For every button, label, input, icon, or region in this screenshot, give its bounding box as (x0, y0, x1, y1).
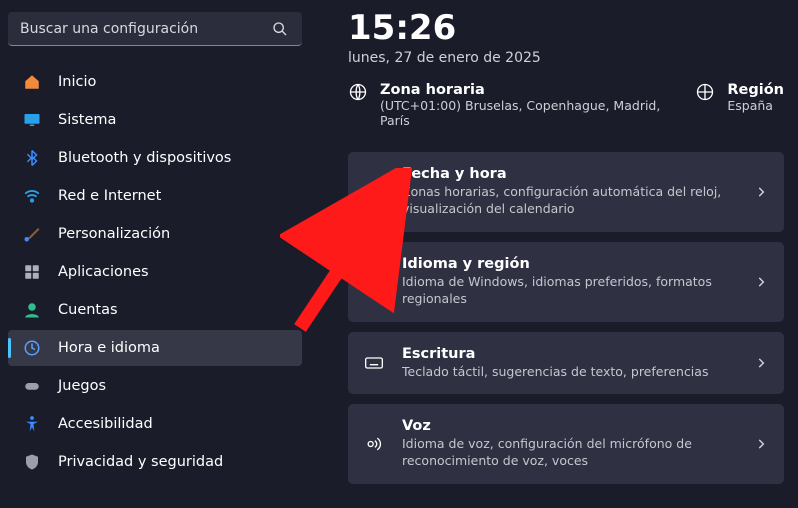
sidebar-item-sistema[interactable]: Sistema (8, 102, 302, 138)
card-idioma-region[interactable]: Idioma y región Idioma de Windows, idiom… (348, 242, 784, 322)
info-timezone: Zona horaria (UTC+01:00) Bruselas, Copen… (348, 82, 685, 128)
card-voz[interactable]: Voz Idioma de voz, configuración del mic… (348, 404, 784, 484)
sidebar-item-juegos[interactable]: Juegos (8, 368, 302, 404)
search-box[interactable] (8, 12, 302, 46)
sidebar-item-red[interactable]: Red e Internet (8, 178, 302, 214)
card-title: Escritura (402, 346, 736, 362)
sidebar-item-aplicaciones[interactable]: Aplicaciones (8, 254, 302, 290)
clock-globe-icon (22, 338, 42, 358)
voice-icon (364, 434, 384, 454)
search-icon (270, 19, 290, 39)
card-fecha-hora[interactable]: Fecha y hora Zonas horarias, configuraci… (348, 152, 784, 232)
sidebar-item-cuentas[interactable]: Cuentas (8, 292, 302, 328)
sidebar-item-label: Bluetooth y dispositivos (58, 150, 231, 166)
card-subtitle: Teclado táctil, sugerencias de texto, pr… (402, 364, 736, 381)
info-row: Zona horaria (UTC+01:00) Bruselas, Copen… (348, 82, 784, 128)
sidebar-item-label: Personalización (58, 226, 170, 242)
sidebar-item-accesibilidad[interactable]: Accesibilidad (8, 406, 302, 442)
chevron-right-icon (754, 275, 768, 289)
region-title: Región (727, 82, 784, 98)
sidebar: Inicio Sistema Bluetooth y dispositivos … (0, 0, 310, 508)
card-subtitle: Zonas horarias, configuración automática… (402, 184, 736, 218)
sidebar-item-privacidad[interactable]: Privacidad y seguridad (8, 444, 302, 480)
sidebar-item-personalizacion[interactable]: Personalización (8, 216, 302, 252)
account-icon (22, 300, 42, 320)
sidebar-item-label: Red e Internet (58, 188, 161, 204)
accessibility-icon (22, 414, 42, 434)
brush-icon (22, 224, 42, 244)
region-value: España (727, 98, 784, 113)
monitor-icon (22, 110, 42, 130)
language-icon (364, 272, 384, 292)
info-region: Región España (695, 82, 784, 113)
bluetooth-icon (22, 148, 42, 168)
calendar-clock-icon (364, 182, 384, 202)
sidebar-item-label: Juegos (58, 378, 106, 394)
timezone-icon (348, 82, 368, 102)
sidebar-item-label: Accesibilidad (58, 416, 153, 432)
timezone-value: (UTC+01:00) Bruselas, Copenhague, Madrid… (380, 98, 685, 128)
clock-date: lunes, 27 de enero de 2025 (348, 50, 784, 66)
sidebar-item-label: Cuentas (58, 302, 118, 318)
search-input[interactable] (20, 21, 270, 37)
sidebar-item-label: Privacidad y seguridad (58, 454, 223, 470)
timezone-title: Zona horaria (380, 82, 685, 98)
sidebar-item-label: Hora e idioma (58, 340, 160, 356)
sidebar-item-hora-idioma[interactable]: Hora e idioma (8, 330, 302, 366)
wifi-icon (22, 186, 42, 206)
sidebar-item-label: Inicio (58, 74, 96, 90)
chevron-right-icon (754, 437, 768, 451)
sidebar-item-label: Sistema (58, 112, 116, 128)
card-escritura[interactable]: Escritura Teclado táctil, sugerencias de… (348, 332, 784, 395)
apps-icon (22, 262, 42, 282)
sidebar-item-label: Aplicaciones (58, 264, 149, 280)
clock-time: 15:26 (348, 8, 784, 48)
card-title: Fecha y hora (402, 166, 736, 182)
chevron-right-icon (754, 185, 768, 199)
card-title: Voz (402, 418, 736, 434)
sidebar-item-bluetooth[interactable]: Bluetooth y dispositivos (8, 140, 302, 176)
sidebar-item-inicio[interactable]: Inicio (8, 64, 302, 100)
main-panel: 15:26 lunes, 27 de enero de 2025 Zona ho… (310, 0, 798, 508)
card-subtitle: Idioma de Windows, idiomas preferidos, f… (402, 274, 736, 308)
card-title: Idioma y región (402, 256, 736, 272)
nav-list: Inicio Sistema Bluetooth y dispositivos … (8, 64, 302, 480)
home-icon (22, 72, 42, 92)
keyboard-icon (364, 353, 384, 373)
chevron-right-icon (754, 356, 768, 370)
region-icon (695, 82, 715, 102)
gamepad-icon (22, 376, 42, 396)
shield-icon (22, 452, 42, 472)
card-subtitle: Idioma de voz, configuración del micrófo… (402, 436, 736, 470)
